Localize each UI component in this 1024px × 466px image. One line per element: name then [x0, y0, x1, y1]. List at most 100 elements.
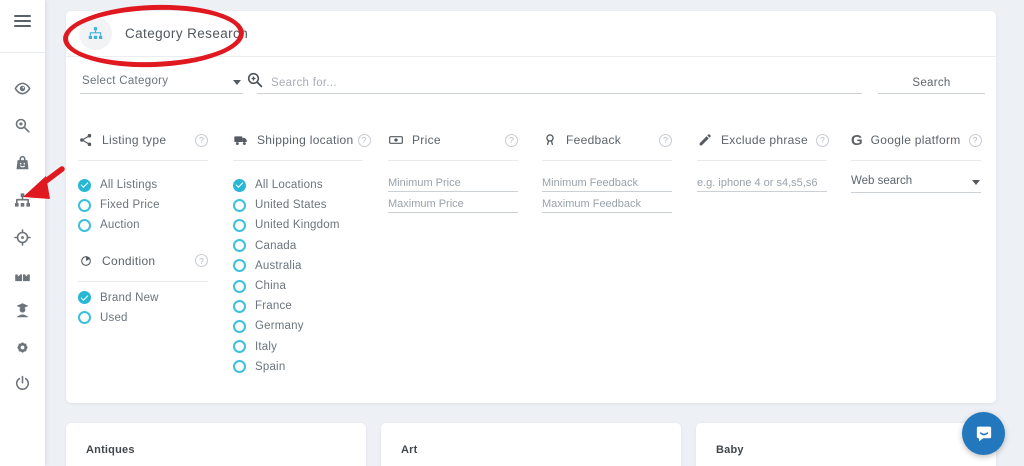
radio-fixed-price[interactable]: Fixed Price: [78, 195, 208, 215]
sidebar-item-target[interactable]: [0, 224, 45, 250]
condition-label: Condition: [102, 254, 155, 268]
radio-label: Fixed Price: [100, 199, 160, 211]
radio-italy[interactable]: Italy: [233, 337, 363, 357]
truck-icon: [233, 132, 249, 148]
filter-price: Price ?: [388, 130, 518, 217]
shipping-location-header: Shipping location ?: [233, 130, 363, 150]
max-price-input[interactable]: [388, 196, 518, 213]
sidebar-item-eye[interactable]: [0, 75, 45, 101]
sidebar-item-category-research[interactable]: [0, 187, 45, 213]
radio-france[interactable]: France: [233, 296, 363, 316]
sidebar-item-packages[interactable]: [0, 261, 45, 287]
radio-icon: [233, 219, 246, 232]
radio-label: Used: [100, 312, 128, 324]
min-price-input[interactable]: [388, 175, 518, 192]
sitemap-icon: [13, 191, 32, 210]
help-icon[interactable]: ?: [358, 134, 371, 147]
eye-icon: [13, 79, 32, 98]
category-research-page: Category Research Select Category Search: [0, 0, 1024, 466]
help-icon[interactable]: ?: [195, 254, 208, 267]
google-platform-header: G Google platform ?: [851, 130, 981, 150]
category-select[interactable]: Select Category: [80, 72, 243, 94]
radio-icon: [233, 239, 246, 252]
listing-type-header: Listing type ?: [78, 130, 208, 150]
radio-checked-icon: [78, 179, 91, 192]
crosshair-icon: [13, 228, 32, 247]
exclude-phrase-input[interactable]: [697, 175, 827, 192]
page-header: Category Research: [66, 11, 996, 57]
filter-listing-type: Listing type ? All Listings Fixed Price …: [78, 130, 208, 328]
search-input[interactable]: [271, 73, 851, 92]
help-icon[interactable]: ?: [195, 134, 208, 147]
price-header: Price ?: [388, 130, 518, 150]
radio-label: All Listings: [100, 179, 157, 191]
google-icon: G: [851, 132, 863, 149]
min-feedback-input[interactable]: [542, 175, 672, 192]
search-button[interactable]: Search: [878, 72, 985, 94]
radio-united-kingdom[interactable]: United Kingdom: [233, 215, 363, 235]
filter-shipping-location: Shipping location ? All Locations United…: [233, 130, 363, 377]
radio-icon: [78, 311, 91, 324]
radio-china[interactable]: China: [233, 276, 363, 296]
exclude-phrase-label: Exclude phrase: [721, 133, 808, 147]
radio-icon: [233, 280, 246, 293]
radio-germany[interactable]: Germany: [233, 316, 363, 336]
page-icon-badge: [79, 17, 112, 50]
caret-down-icon: [972, 180, 980, 185]
hamburger-menu-button[interactable]: [14, 15, 31, 28]
help-icon[interactable]: ?: [969, 134, 982, 147]
sidebar-item-settings[interactable]: [0, 334, 45, 360]
radio-all-listings[interactable]: All Listings: [78, 175, 208, 195]
help-icon[interactable]: ?: [659, 134, 672, 147]
category-card-art[interactable]: Art: [381, 423, 681, 466]
google-platform-select[interactable]: Web search: [851, 175, 981, 193]
radio-label: Germany: [255, 320, 304, 332]
radio-australia[interactable]: Australia: [233, 256, 363, 276]
sidebar-item-search[interactable]: [0, 112, 45, 138]
divider: [388, 160, 518, 161]
radio-checked-icon: [233, 179, 246, 192]
sidebar-item-academy[interactable]: [0, 297, 45, 323]
radio-canada[interactable]: Canada: [233, 236, 363, 256]
google-platform-label: Google platform: [871, 133, 961, 147]
radio-used[interactable]: Used: [78, 308, 208, 328]
sidebar-item-logout[interactable]: [0, 370, 45, 396]
max-feedback-input[interactable]: [542, 196, 672, 213]
category-card-label: Baby: [716, 444, 744, 456]
category-card-baby[interactable]: Baby: [696, 423, 996, 466]
radio-icon: [233, 199, 246, 212]
google-platform-value: Web search: [851, 175, 912, 187]
sidebar-item-store[interactable]: [0, 149, 45, 175]
help-icon[interactable]: ?: [816, 134, 829, 147]
radio-united-states[interactable]: United States: [233, 195, 363, 215]
radio-icon: [78, 199, 91, 212]
divider: [233, 160, 363, 161]
radio-label: Auction: [100, 219, 140, 231]
exclude-phrase-header: Exclude phrase ?: [697, 130, 827, 150]
filter-exclude-phrase: Exclude phrase ?: [697, 130, 827, 196]
radio-brand-new[interactable]: Brand New: [78, 288, 208, 308]
divider: [697, 160, 827, 161]
radio-all-locations[interactable]: All Locations: [233, 175, 363, 195]
filter-feedback: Feedback ?: [542, 130, 672, 217]
radio-spain[interactable]: Spain: [233, 357, 363, 377]
radio-auction[interactable]: Auction: [78, 215, 208, 235]
main-panel: Category Research Select Category Search: [66, 11, 996, 403]
category-card-antiques[interactable]: Antiques: [66, 423, 366, 466]
chat-launcher-button[interactable]: [962, 412, 1005, 455]
radio-icon: [78, 219, 91, 232]
page-title: Category Research: [125, 26, 248, 41]
graduate-icon: [13, 301, 32, 320]
shipping-location-label: Shipping location: [257, 133, 354, 147]
radio-icon: [233, 259, 246, 272]
pencil-icon: [697, 132, 713, 148]
radio-icon: [233, 300, 246, 313]
help-icon[interactable]: ?: [505, 134, 518, 147]
divider: [78, 160, 208, 161]
gear-icon: [13, 338, 32, 357]
radio-label: Spain: [255, 361, 285, 373]
condition-header: Condition ?: [78, 251, 208, 271]
chat-bubble-icon: [973, 423, 995, 445]
radio-label: Canada: [255, 240, 296, 252]
packages-icon: [13, 265, 32, 284]
